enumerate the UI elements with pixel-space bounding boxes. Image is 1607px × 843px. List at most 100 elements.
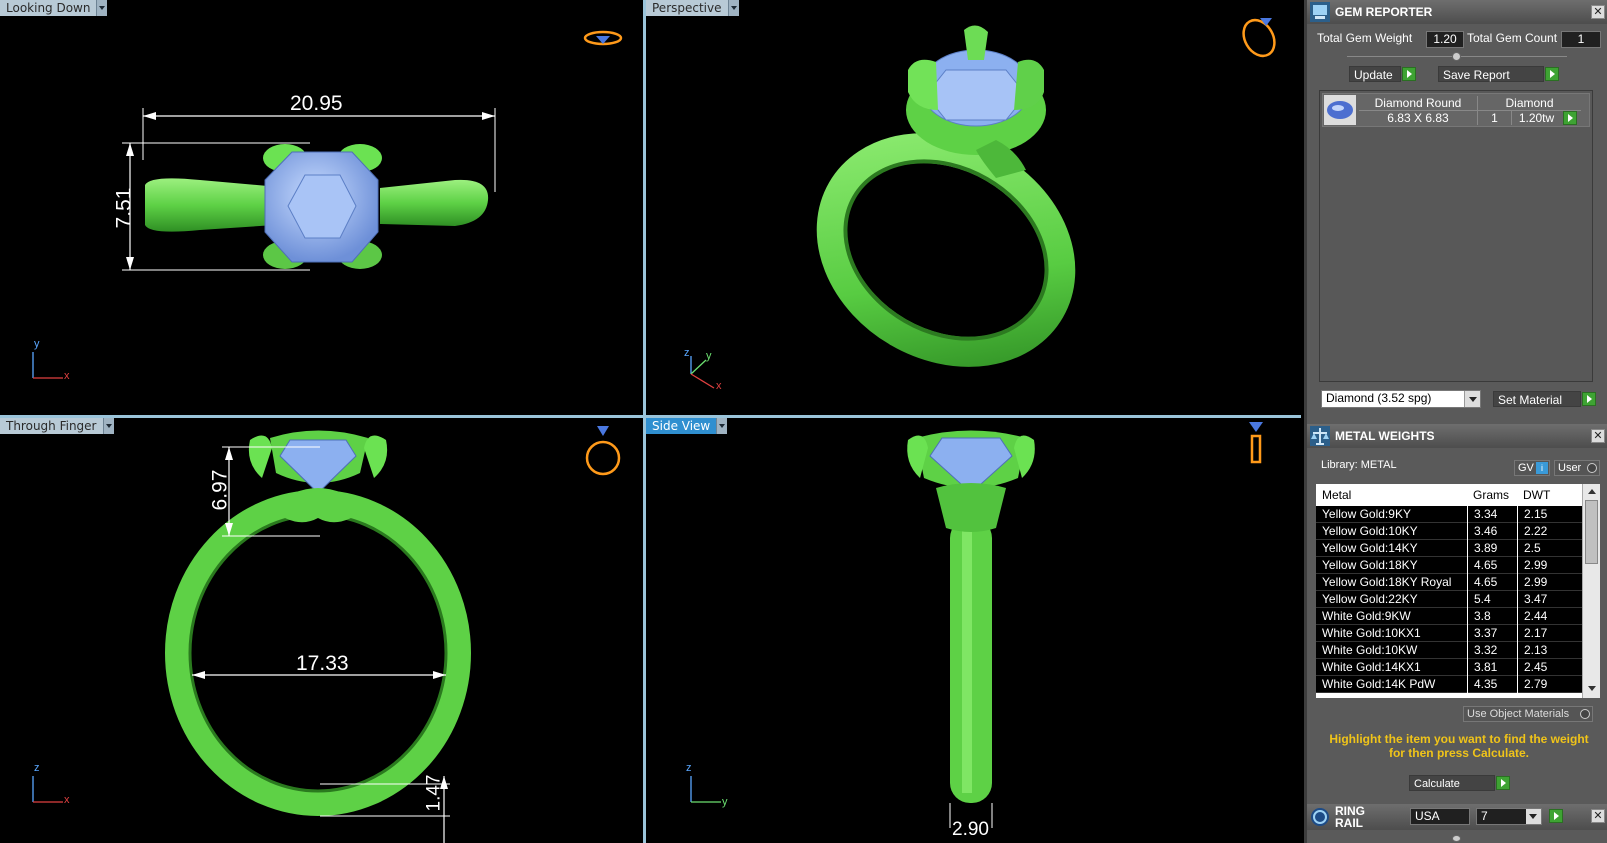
info-icon[interactable]: i [1536, 462, 1548, 474]
update-button[interactable]: Update [1349, 66, 1401, 82]
column-header-dwt[interactable]: DWT [1523, 488, 1550, 502]
close-icon[interactable]: ✕ [1591, 429, 1605, 443]
viewport-label-dropdown[interactable]: Perspective [646, 0, 739, 16]
table-row[interactable]: Yellow Gold:10KY 3.46 2.22 [1316, 523, 1582, 540]
viewport-side-view[interactable]: Side View 2.90 z y [646, 418, 1301, 843]
metal-cell: White Gold:14K PdW [1322, 677, 1436, 691]
diamond-round-icon [1324, 95, 1356, 125]
scroll-down-arrow-icon[interactable] [1588, 686, 1596, 691]
use-object-materials-label: Use Object Materials [1467, 708, 1570, 720]
chevron-down-icon[interactable] [96, 0, 108, 16]
dwt-cell: 2.99 [1517, 557, 1547, 574]
calculate-button[interactable]: Calculate [1409, 775, 1495, 791]
grams-cell: 3.89 [1467, 540, 1497, 557]
metal-table-scrollbar[interactable] [1582, 484, 1600, 698]
update-go-icon[interactable] [1402, 67, 1416, 81]
table-row[interactable]: Yellow Gold:18KY 4.65 2.99 [1316, 557, 1582, 574]
metal-weights-table[interactable]: Metal Grams DWT Yellow Gold:9KY 3.34 2.15 Y… [1316, 484, 1600, 698]
use-object-materials-toggle[interactable]: Use Object Materials [1463, 706, 1593, 722]
table-row[interactable]: White Gold:14KX1 3.81 2.45 [1316, 659, 1582, 676]
column-header-grams[interactable]: Grams [1473, 488, 1509, 502]
metal-weights-header[interactable]: METAL WEIGHTS ✕ [1307, 424, 1607, 448]
gem-name: Diamond Round [1359, 96, 1477, 111]
grams-cell: 3.34 [1467, 506, 1497, 523]
splitter-knob[interactable] [1452, 52, 1461, 61]
metal-table-header: Metal Grams DWT [1316, 484, 1582, 506]
gem-reporter-header[interactable]: GEM REPORTER ✕ [1307, 0, 1607, 24]
table-row[interactable]: White Gold:10KX1 3.37 2.17 [1316, 625, 1582, 642]
viewport-label: Looking Down [0, 0, 97, 16]
table-row[interactable]: White Gold:14K PdW 4.35 2.79 [1316, 676, 1582, 693]
ring-top-view [32, 30, 623, 379]
ring-size-region-field[interactable]: USA [1410, 808, 1470, 825]
axis-label-z: z [684, 347, 690, 359]
table-row[interactable]: Yellow Gold:22KY 5.4 3.47 [1316, 591, 1582, 608]
gem-select-go-icon[interactable] [1563, 111, 1577, 125]
viewport-label: Side View [646, 418, 717, 434]
gem-list-item[interactable]: Diamond Round 6.83 X 6.83 Diamond 1 1.20… [1322, 93, 1590, 127]
save-report-button[interactable]: Save Report [1438, 66, 1544, 82]
table-row[interactable]: Yellow Gold:18KY Royal 4.65 2.99 [1316, 574, 1582, 591]
metal-cell: Yellow Gold:18KY [1322, 558, 1418, 572]
metal-cell: Yellow Gold:9KY [1322, 507, 1411, 521]
material-select[interactable]: Diamond (3.52 spg) [1321, 390, 1481, 408]
save-report-go-icon[interactable] [1545, 67, 1559, 81]
ring-rail-title: RING RAIL [1335, 804, 1365, 830]
library-label: Library: METAL [1321, 459, 1397, 471]
table-row[interactable]: White Gold:10KW 3.32 2.13 [1316, 642, 1582, 659]
grams-cell: 3.37 [1467, 625, 1497, 642]
ring-size-select[interactable]: 7 [1476, 808, 1542, 825]
column-header-metal[interactable]: Metal [1322, 488, 1351, 502]
radio-icon[interactable] [1580, 709, 1590, 719]
viewport-label-dropdown[interactable]: Looking Down [0, 0, 108, 16]
total-gem-weight-field[interactable]: 1.20 [1426, 31, 1464, 48]
radio-icon[interactable] [1587, 463, 1597, 473]
viewport-looking-down[interactable]: Looking Down 20.95 7.51 y x [0, 0, 643, 415]
close-icon[interactable]: ✕ [1591, 5, 1605, 19]
dwt-cell: 2.15 [1517, 506, 1547, 523]
set-material-go-icon[interactable] [1582, 392, 1596, 406]
set-material-button[interactable]: Set Material [1493, 391, 1581, 407]
gv-toggle[interactable]: GV i [1514, 460, 1550, 476]
splitter-knob[interactable] [1452, 835, 1461, 842]
calculate-go-icon[interactable] [1496, 776, 1510, 790]
gem-reporter-title: GEM REPORTER [1335, 5, 1433, 19]
ring-rail-go-icon[interactable] [1549, 809, 1563, 823]
metal-cell: Yellow Gold:22KY [1322, 592, 1418, 606]
user-toggle[interactable]: User [1554, 460, 1600, 476]
close-icon[interactable]: ✕ [1591, 809, 1605, 823]
dimension-side-width: 2.90 [952, 819, 989, 840]
viewport-label-dropdown[interactable]: Through Finger [0, 418, 114, 434]
chevron-down-icon[interactable] [1464, 391, 1480, 407]
dwt-cell: 2.45 [1517, 659, 1547, 676]
table-row[interactable]: White Gold:9KW 3.8 2.44 [1316, 608, 1582, 625]
chevron-down-icon[interactable] [1526, 809, 1541, 824]
chevron-down-icon[interactable] [102, 418, 114, 434]
axis-label-z: z [686, 762, 692, 774]
viewport-through-finger[interactable]: Through Finger 6.97 17.33 1.47 z x [0, 418, 643, 843]
app-root: Looking Down 20.95 7.51 y x Perspective … [0, 0, 1607, 843]
total-gem-count-field[interactable]: 1 [1561, 31, 1601, 48]
metal-cell: White Gold:10KX1 [1322, 626, 1421, 640]
dwt-cell: 2.79 [1517, 676, 1547, 693]
total-gem-count-label: Total Gem Count [1467, 31, 1558, 45]
chevron-down-icon[interactable] [727, 0, 739, 16]
scroll-up-arrow-icon[interactable] [1588, 489, 1596, 494]
chevron-down-icon[interactable] [716, 418, 728, 434]
grams-cell: 3.81 [1467, 659, 1497, 676]
viewport-divider-horizontal[interactable] [0, 415, 1301, 418]
scrollbar-thumb[interactable] [1585, 500, 1598, 564]
gv-label: GV [1518, 462, 1534, 474]
dwt-cell: 3.47 [1517, 591, 1547, 608]
dwt-cell: 2.17 [1517, 625, 1547, 642]
dimension-inner-diameter: 17.33 [296, 652, 349, 675]
table-row[interactable]: Yellow Gold:9KY 3.34 2.15 [1316, 506, 1582, 523]
axis-label-y: y [722, 796, 728, 808]
viewport-label-dropdown[interactable]: Side View [646, 418, 728, 434]
axis-label-y: y [706, 350, 712, 362]
ring-size-value: 7 [1481, 809, 1488, 823]
table-row[interactable]: Yellow Gold:14KY 3.89 2.5 [1316, 540, 1582, 557]
viewport-perspective[interactable]: Perspective z y x [646, 0, 1301, 415]
gem-list[interactable]: Diamond Round 6.83 X 6.83 Diamond 1 1.20… [1319, 90, 1593, 382]
viewport-divider-vertical[interactable] [643, 0, 646, 843]
